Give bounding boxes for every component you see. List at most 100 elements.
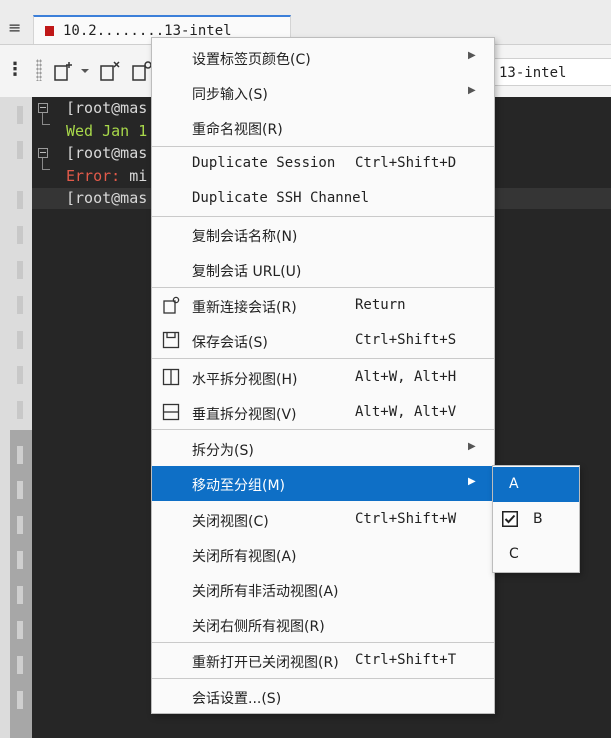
menu-item-label: 垂直拆分视图(V)	[192, 407, 297, 423]
menu-item-label: 关闭右侧所有视图(R)	[192, 619, 325, 635]
submenu-item-label: A	[509, 476, 519, 492]
menu-item-label: 拆分为(S)	[192, 443, 254, 459]
submenu-item-label: C	[509, 546, 519, 562]
gutter-mark	[17, 106, 23, 124]
terminal-line: [root@mas	[66, 99, 147, 117]
menu-item-duplicate-ssh-channel[interactable]: Duplicate SSH Channel	[152, 181, 494, 216]
toolbar-grip[interactable]	[36, 59, 42, 81]
close-session-icon[interactable]	[98, 59, 122, 83]
menu-item-label: 复制会话 URL(U)	[192, 264, 302, 280]
menu-item-copy-session-url[interactable]: 复制会话 URL(U)	[152, 252, 494, 287]
menu-item-sync-input[interactable]: 同步输入(S) ▶	[152, 75, 494, 110]
menu-item-reopen-closed-view[interactable]: 重新打开已关闭视图(R) Ctrl+Shift+T	[152, 643, 494, 678]
submenu-item-c[interactable]: C	[493, 537, 579, 572]
menu-item-shortcut: Alt+W, Alt+H	[355, 369, 457, 385]
context-menu: 设置标签页颜色(C) ▶ 同步输入(S) ▶ 重命名视图(R) Duplicat…	[151, 37, 495, 714]
menu-item-copy-session-name[interactable]: 复制会话名称(N)	[152, 217, 494, 252]
terminal-line: Error: mi	[66, 167, 147, 185]
fold-toggle-icon[interactable]	[38, 148, 48, 158]
submenu-arrow-icon: ▶	[468, 441, 476, 452]
menu-item-label: 复制会话名称(N)	[192, 229, 298, 245]
new-session-icon[interactable]	[52, 59, 76, 83]
menu-item-label: 关闭所有非活动视图(A)	[192, 584, 339, 600]
menu-item-tab-color[interactable]: 设置标签页颜色(C) ▶	[152, 40, 494, 75]
address-field[interactable]: 13-intel	[490, 58, 611, 86]
fold-toggle-icon[interactable]	[38, 103, 48, 113]
gutter-mark	[17, 516, 23, 534]
menu-item-shortcut: Ctrl+Shift+S	[355, 332, 457, 348]
terminal-line: [root@mas	[66, 189, 147, 207]
submenu-arrow-icon: ▶	[468, 85, 476, 96]
menu-icon[interactable]: ≡	[8, 20, 24, 36]
split-vertical-icon	[162, 403, 180, 421]
menu-item-close-all-views[interactable]: 关闭所有视图(A)	[152, 537, 494, 572]
gutter-mark	[17, 261, 23, 279]
fold-line	[42, 158, 43, 169]
gutter-mark	[17, 481, 23, 499]
terminal-text: [root@mas	[66, 99, 148, 117]
gutter-mark	[17, 296, 23, 314]
gutter-mark	[17, 691, 23, 709]
menu-item-label: 会话设置...(S)	[192, 691, 282, 707]
menu-item-shortcut: Alt+W, Alt+V	[355, 404, 457, 420]
menu-item-save-session[interactable]: 保存会话(S) Ctrl+Shift+S	[152, 323, 494, 358]
address-text: 13-intel	[499, 65, 567, 81]
menu-item-rename-view[interactable]: 重命名视图(R)	[152, 110, 494, 145]
terminal-text: mi	[120, 167, 148, 185]
menu-item-reconnect[interactable]: 重新连接会话(R) Return	[152, 288, 494, 323]
dropdown-arrow-icon[interactable]	[78, 59, 92, 83]
gutter-mark	[17, 551, 23, 569]
menu-item-split-vertical[interactable]: 垂直拆分视图(V) Alt+W, Alt+V	[152, 395, 494, 430]
menu-item-label: 水平拆分视图(H)	[192, 372, 298, 388]
menu-item-close-inactive-views[interactable]: 关闭所有非活动视图(A)	[152, 572, 494, 607]
gutter-mark	[17, 191, 23, 209]
submenu-item-a[interactable]: A	[493, 467, 579, 502]
gutter-mark	[17, 621, 23, 639]
menu-item-shortcut: Return	[355, 297, 406, 313]
menu-item-label: 重命名视图(R)	[192, 122, 283, 138]
menu-item-shortcut: Ctrl+Shift+W	[355, 511, 457, 527]
gutter-mark	[17, 366, 23, 384]
terminal-text: Error:	[66, 167, 121, 185]
menu-item-label: 关闭所有视图(A)	[192, 549, 297, 565]
menu-item-session-settings[interactable]: 会话设置...(S)	[152, 679, 494, 714]
submenu-item-label: B	[533, 511, 543, 527]
menu-item-label: 移动至分组(M)	[192, 478, 286, 494]
menu-item-shortcut: Ctrl+Shift+D	[355, 155, 457, 171]
gutter-mark	[17, 226, 23, 244]
fold-line	[42, 113, 43, 124]
menu-item-label: 关闭视图(C)	[192, 514, 269, 530]
menu-item-move-to-group[interactable]: 移动至分组(M) ▶	[152, 466, 494, 501]
fold-line	[42, 124, 50, 125]
menu-item-label: Duplicate Session	[192, 155, 336, 171]
menu-item-split-to[interactable]: 拆分为(S) ▶	[152, 431, 494, 466]
submenu-arrow-icon: ▶	[468, 476, 476, 487]
menu-item-label: 保存会话(S)	[192, 335, 268, 351]
terminal-line: Wed Jan 1	[66, 122, 147, 140]
gutter-mark	[17, 656, 23, 674]
reconnect-icon	[163, 296, 180, 314]
submenu-item-b[interactable]: B	[493, 502, 579, 537]
menu-item-label: 同步输入(S)	[192, 87, 268, 103]
gutter-mark	[17, 401, 23, 419]
group-submenu: A B C	[492, 465, 580, 573]
gutter-mark	[17, 586, 23, 604]
split-horizontal-icon	[162, 368, 180, 386]
gutter-mark	[17, 446, 23, 464]
menu-item-duplicate-session[interactable]: Duplicate Session Ctrl+Shift+D	[152, 146, 494, 181]
menu-item-label: 重新连接会话(R)	[192, 300, 297, 316]
fold-line	[42, 169, 50, 170]
menu-item-split-horizontal[interactable]: 水平拆分视图(H) Alt+W, Alt+H	[152, 360, 494, 395]
gutter-mark	[17, 141, 23, 159]
menu-separator	[152, 429, 494, 430]
checkbox-checked-icon	[502, 511, 518, 527]
more-vertical-icon[interactable]: ⋮	[6, 59, 24, 81]
menu-item-shortcut: Ctrl+Shift+T	[355, 652, 457, 668]
terminal-text: Wed Jan 1	[66, 122, 148, 140]
submenu-arrow-icon: ▶	[468, 50, 476, 61]
menu-item-close-view[interactable]: 关闭视图(C) Ctrl+Shift+W	[152, 502, 494, 537]
menu-item-label: Duplicate SSH Channel	[192, 190, 370, 206]
menu-item-label: 设置标签页颜色(C)	[192, 52, 311, 68]
save-icon	[162, 331, 180, 349]
menu-item-close-right-views[interactable]: 关闭右侧所有视图(R)	[152, 607, 494, 642]
